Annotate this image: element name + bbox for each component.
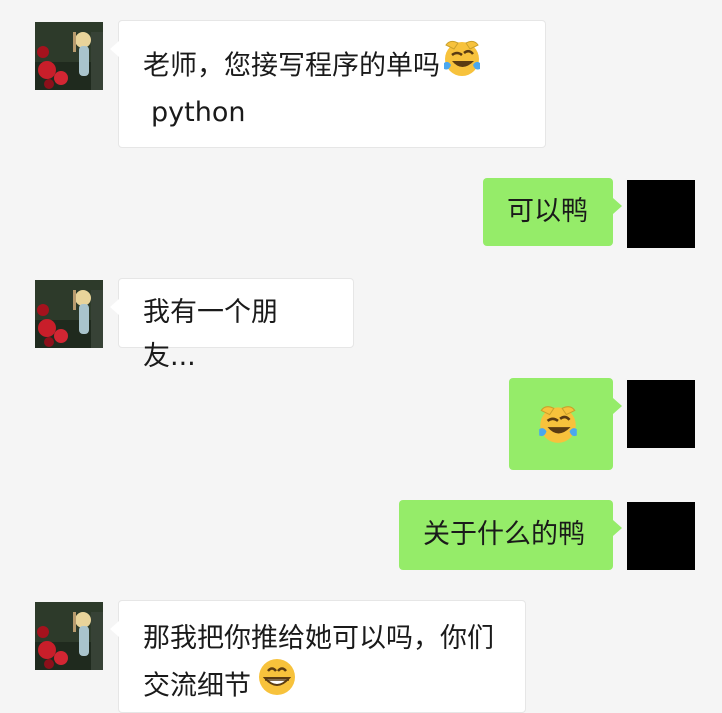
message-text: 可以鸭: [507, 196, 588, 227]
incoming-message-bubble[interactable]: 那我把你推给她可以吗，你们交流细节: [110, 600, 526, 713]
contact-avatar-image: [35, 22, 103, 90]
self-avatar[interactable]: [627, 380, 695, 448]
rolling-on-floor-laughing-emoji-icon: [535, 400, 581, 460]
message-text: 老师，您接写程序的单吗: [143, 50, 440, 82]
incoming-message-bubble[interactable]: 我有一个朋友...: [110, 278, 354, 372]
self-avatar[interactable]: [627, 502, 695, 570]
incoming-message-bubble[interactable]: 老师，您接写程序的单吗 python: [110, 20, 546, 148]
contact-avatar[interactable]: [35, 602, 103, 670]
contact-avatar-image: [35, 280, 103, 348]
contact-avatar[interactable]: [35, 22, 103, 90]
outgoing-message-bubble[interactable]: 关于什么的鸭: [399, 500, 622, 570]
message-text: 我有一个朋友...: [143, 297, 278, 372]
contact-avatar-image: [35, 602, 103, 670]
outgoing-message-bubble[interactable]: [509, 378, 622, 470]
self-avatar[interactable]: [627, 180, 695, 248]
grinning-face-emoji-icon: [255, 655, 299, 713]
message-text-continued: python: [151, 97, 246, 128]
message-text: 关于什么的鸭: [423, 519, 585, 550]
outgoing-message-bubble[interactable]: 可以鸭: [483, 178, 622, 246]
rolling-on-floor-laughing-emoji-icon: [440, 37, 484, 91]
contact-avatar[interactable]: [35, 280, 103, 348]
message-text: 那我把你推给她可以吗，你们交流细节: [143, 623, 494, 702]
